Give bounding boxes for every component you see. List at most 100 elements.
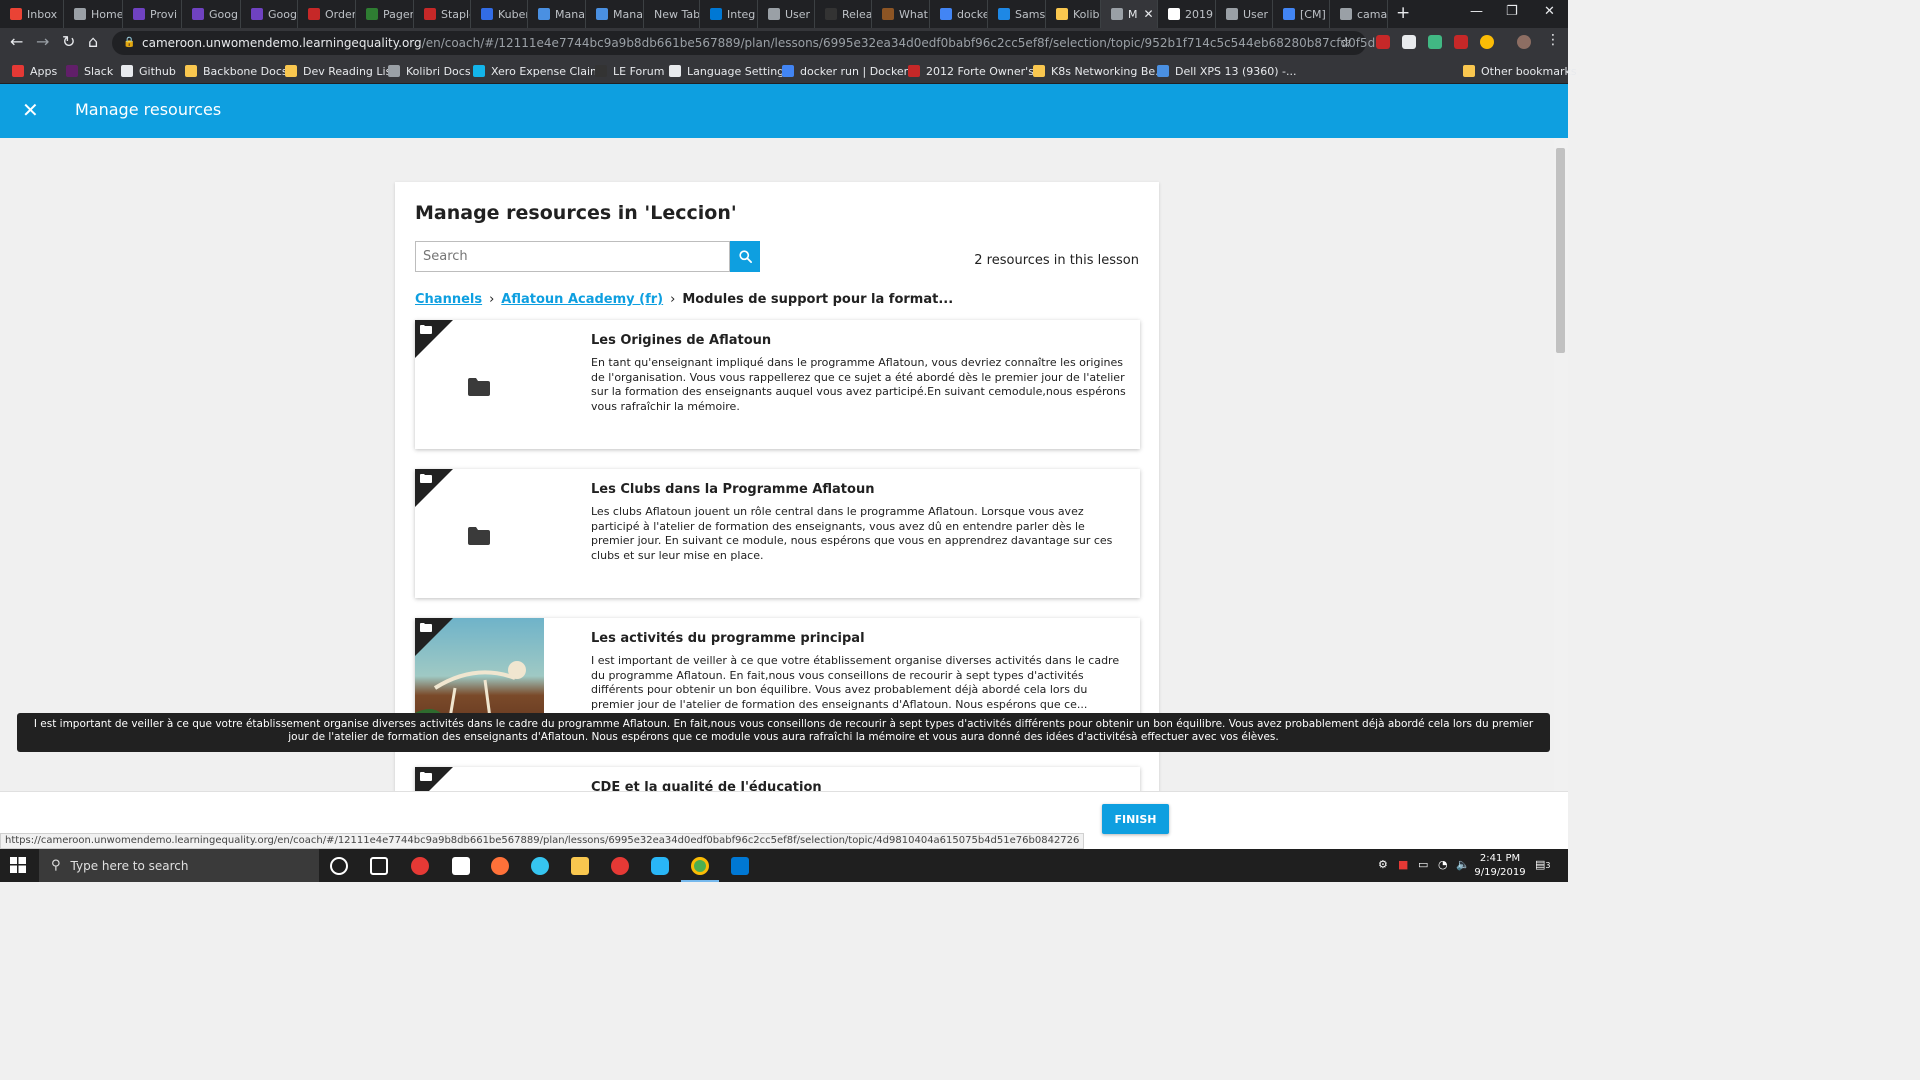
breadcrumb-channel-link[interactable]: Aflatoun Academy (fr): [501, 292, 663, 307]
chrome-extension-icon[interactable]: [1480, 35, 1494, 49]
scrollbar-thumb[interactable]: [1556, 148, 1565, 353]
windows-start-icon[interactable]: [10, 857, 26, 873]
close-window-button[interactable]: ✕: [1544, 4, 1555, 19]
header-title: Manage resources: [75, 100, 222, 119]
bookmark-item[interactable]: Xero Expense Claims: [473, 58, 606, 84]
chrome-icon[interactable]: [691, 857, 709, 875]
browser-tab[interactable]: Provi: [123, 0, 182, 28]
favicon-icon: [366, 8, 378, 20]
browser-tab[interactable]: docke: [930, 0, 988, 28]
close-tab-icon[interactable]: ✕: [1144, 7, 1154, 21]
app-icon[interactable]: [611, 857, 629, 875]
bookmark-icon: [595, 65, 607, 77]
browser-tab[interactable]: 2019: [1158, 0, 1216, 28]
browser-tab[interactable]: Staple: [414, 0, 471, 28]
browser-tab[interactable]: M ✕: [1101, 0, 1158, 28]
cortana-icon[interactable]: [330, 857, 348, 875]
browser-tab[interactable]: Integ: [700, 0, 758, 28]
browser-tab[interactable]: Mana: [586, 0, 644, 28]
favicon-icon: [825, 8, 837, 20]
browser-tab[interactable]: User (: [758, 0, 815, 28]
page-scrollbar[interactable]: [1554, 138, 1568, 791]
status-url: https://cameroon.unwomendemo.learningequ…: [0, 833, 1085, 849]
minimize-button[interactable]: —: [1470, 4, 1483, 19]
browser-tab[interactable]: Order: [298, 0, 356, 28]
browser-tab[interactable]: Goog: [241, 0, 298, 28]
browser-tab[interactable]: New Tab: [644, 0, 700, 28]
browser-tab[interactable]: [CM]: [1273, 0, 1330, 28]
bookmark-item[interactable]: Slack: [66, 58, 113, 84]
search-input[interactable]: Search: [415, 241, 730, 272]
notification-center-icon[interactable]: ▤3: [1535, 858, 1551, 871]
bookmark-item[interactable]: Backbone Docs: [185, 58, 288, 84]
app-icon[interactable]: [411, 857, 429, 875]
restore-button[interactable]: ❐: [1506, 4, 1518, 19]
tab-label: Goog: [268, 7, 297, 21]
forward-arrow-icon[interactable]: →: [36, 32, 49, 51]
tray-icon[interactable]: ■: [1398, 858, 1408, 871]
bookmark-item[interactable]: K8s Networking Be...: [1033, 58, 1166, 84]
bookmark-label: Xero Expense Claims: [491, 64, 607, 78]
resource-card[interactable]: CDE et la qualité de l'éducation: [415, 767, 1140, 791]
task-view-icon[interactable]: [370, 857, 388, 875]
bookmark-item[interactable]: Github: [121, 58, 176, 84]
finish-button[interactable]: FINISH: [1102, 804, 1169, 834]
tray-icon[interactable]: ⚙: [1378, 858, 1388, 871]
extension-icon[interactable]: [1454, 35, 1468, 49]
profile-avatar[interactable]: [1517, 35, 1531, 49]
browser-tab[interactable]: Pager: [356, 0, 414, 28]
browser-tab[interactable]: Relea: [815, 0, 872, 28]
taskbar-search-placeholder: Type here to search: [70, 858, 189, 873]
extension-icon[interactable]: [1376, 35, 1390, 49]
browser-tab[interactable]: Kolibr: [1046, 0, 1101, 28]
address-bar[interactable]: 🔒 cameroon.unwomendemo.learningequality.…: [112, 31, 1375, 55]
bookmark-item[interactable]: Apps: [12, 58, 57, 84]
taskbar-clock[interactable]: 2:41 PM 9/19/2019: [1470, 852, 1530, 880]
resource-card[interactable]: Les Clubs dans la Programme Aflatoun Les …: [415, 469, 1140, 598]
browser-tab[interactable]: User S: [1216, 0, 1273, 28]
vue-devtools-icon[interactable]: [1428, 35, 1442, 49]
wifi-icon[interactable]: ◔: [1438, 858, 1448, 871]
browser-tab[interactable]: Mana: [528, 0, 586, 28]
browser-tab[interactable]: Goog: [182, 0, 241, 28]
vscode-icon[interactable]: [731, 857, 749, 875]
bookmark-item[interactable]: 2012 Forte Owner's...: [908, 58, 1044, 84]
bookmark-item[interactable]: LE Forum: [595, 58, 664, 84]
bookmark-item[interactable]: Dell XPS 13 (9360) -...: [1157, 58, 1297, 84]
firefox-icon[interactable]: [491, 857, 509, 875]
home-icon[interactable]: ⌂: [88, 32, 98, 51]
file-explorer-icon[interactable]: [571, 857, 589, 875]
back-arrow-icon[interactable]: ←: [10, 32, 23, 51]
breadcrumb-channels-link[interactable]: Channels: [415, 292, 482, 307]
reload-icon[interactable]: ↻: [62, 32, 75, 51]
bookmark-item[interactable]: Dev Reading List: [285, 58, 396, 84]
bookmarks-bar: Apps Slack Github Backbone Docs Dev Reading …: [0, 58, 1577, 84]
browser-tab[interactable]: cama: [1330, 0, 1388, 28]
resource-card[interactable]: Les Origines de Aflatoun En tant qu'ensei…: [415, 320, 1140, 449]
browser-tab[interactable]: Inbox: [0, 0, 64, 28]
battery-icon[interactable]: ▭: [1418, 858, 1428, 871]
slack-icon[interactable]: [531, 857, 549, 875]
taskbar-search[interactable]: ⚲ Type here to search: [39, 849, 319, 882]
search-button[interactable]: [730, 241, 760, 272]
new-tab-button[interactable]: +: [1396, 3, 1410, 23]
bookmark-star-icon[interactable]: ☆: [1339, 31, 1352, 55]
bookmark-item[interactable]: docker run | Docker...: [782, 58, 918, 84]
bookmark-item[interactable]: Other bookmarks: [1463, 58, 1577, 84]
bookmark-item[interactable]: Language Settings: [669, 58, 790, 84]
bookmark-label: Backbone Docs: [203, 64, 288, 78]
browser-tab[interactable]: Kuber: [471, 0, 528, 28]
bookmark-label: docker run | Docker...: [800, 64, 918, 78]
app-icon[interactable]: [651, 857, 669, 875]
bookmark-item[interactable]: Kolibri Docs: [388, 58, 471, 84]
close-icon[interactable]: ✕: [22, 98, 39, 122]
extension-icon[interactable]: [1402, 35, 1416, 49]
folder-icon: [420, 474, 432, 483]
browser-menu-icon[interactable]: ⋮: [1546, 32, 1560, 48]
notion-icon[interactable]: [452, 857, 470, 875]
volume-icon[interactable]: 🔈: [1456, 858, 1470, 871]
clock-date: 9/19/2019: [1474, 867, 1526, 878]
browser-tab[interactable]: What: [872, 0, 930, 28]
browser-tab[interactable]: Sams: [988, 0, 1046, 28]
browser-tab[interactable]: Home: [64, 0, 123, 28]
